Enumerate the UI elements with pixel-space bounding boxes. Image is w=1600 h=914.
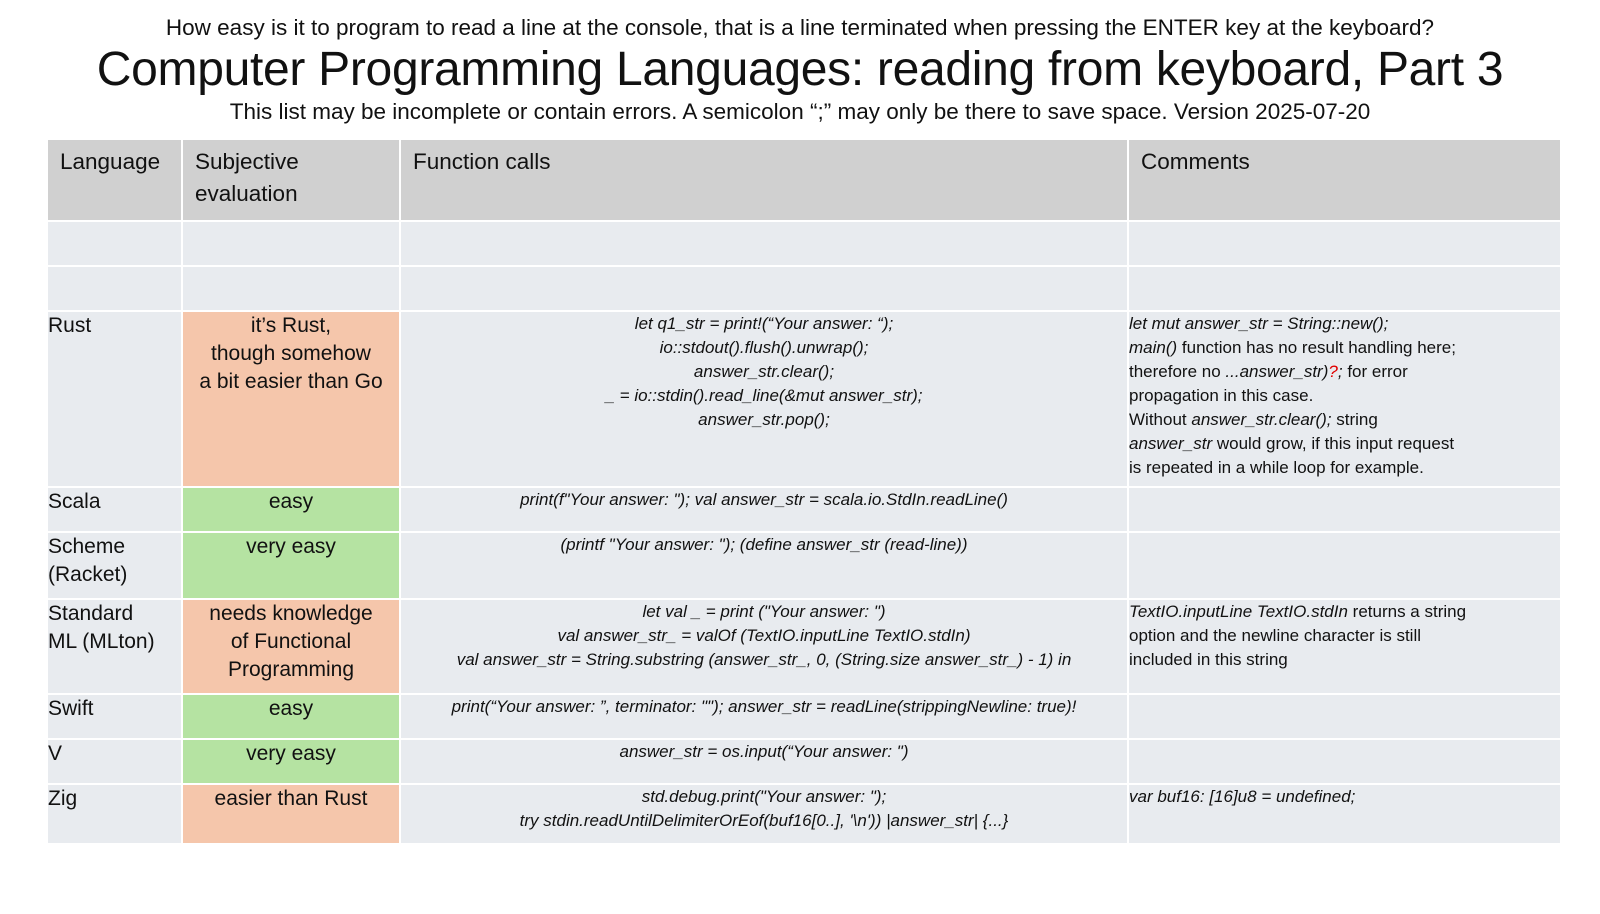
table-row-v: V very easy answer_str = os.input(“Your … [48,740,1562,785]
language-cell: V [48,740,183,785]
table-row-standard-ml: Standard ML (MLton) needs knowledge of F… [48,600,1562,695]
language-cell: Rust [48,312,183,488]
evaluation-cell: easier than Rust [183,785,401,845]
question-text: How easy is it to program to read a line… [165,15,1435,40]
table-row-swift: Swift easy print(“Your answer: ”, termin… [48,695,1562,740]
table-row-empty [48,222,1562,267]
comments-cell: let mut answer_str = String::new(); main… [1129,312,1562,488]
table-row-scala: Scala easy print(f"Your answer: "); val … [48,488,1562,533]
comments-cell: TextIO.inputLine TextIO.stdIn returns a … [1129,600,1562,695]
empty-cell [48,267,183,312]
comments-cell [1129,695,1562,740]
language-cell: Zig [48,785,183,845]
column-header-comments: Comments [1129,140,1562,222]
function-calls-cell: let q1_str = print!(“Your answer: “); io… [401,312,1129,488]
comments-cell [1129,488,1562,533]
empty-cell [1129,222,1562,267]
function-calls-cell: (printf "Your answer: "); (define answer… [401,533,1129,600]
function-calls-cell: answer_str = os.input(“Your answer: ") [401,740,1129,785]
language-cell: Swift [48,695,183,740]
empty-cell [183,267,401,312]
evaluation-cell: easy [183,695,401,740]
table-header-row: Language Subjective evaluation Function c… [48,140,1562,222]
table-row-empty [48,267,1562,312]
column-header-evaluation: Subjective evaluation [183,140,401,222]
function-calls-cell: print(f"Your answer: "); val answer_str … [401,488,1129,533]
column-header-language: Language [48,140,183,222]
empty-cell [183,222,401,267]
function-calls-cell: std.debug.print("Your answer: "); try st… [401,785,1129,845]
empty-cell [401,222,1129,267]
function-calls-cell: print(“Your answer: ”, terminator: ""); … [401,695,1129,740]
language-cell: Scala [48,488,183,533]
evaluation-cell: needs knowledge of Functional Programmin… [183,600,401,695]
evaluation-cell: very easy [183,740,401,785]
page-title: Computer Programming Languages: reading … [96,43,1504,96]
evaluation-cell: easy [183,488,401,533]
language-cell: Standard ML (MLton) [48,600,183,695]
evaluation-cell: it’s Rust, though somehow a bit easier t… [183,312,401,488]
table-row-rust: Rust it’s Rust, though somehow a bit eas… [48,312,1562,488]
function-calls-cell: let val _ = print ("Your answer: ") val … [401,600,1129,695]
page-header: How easy is it to program to read a line… [0,14,1600,127]
empty-cell [1129,267,1562,312]
comments-cell [1129,740,1562,785]
comments-cell: var buf16: [16]u8 = undefined; [1129,785,1562,845]
empty-cell [48,222,183,267]
evaluation-cell: very easy [183,533,401,600]
empty-cell [401,267,1129,312]
languages-table: Language Subjective evaluation Function c… [48,140,1562,845]
table-row-zig: Zig easier than Rust std.debug.print("Yo… [48,785,1562,845]
comments-cell [1129,533,1562,600]
table-row-scheme: Scheme (Racket) very easy (printf "Your … [48,533,1562,600]
column-header-function-calls: Function calls [401,140,1129,222]
page-subtitle: This list may be incomplete or contain e… [229,99,1371,124]
language-cell: Scheme (Racket) [48,533,183,600]
